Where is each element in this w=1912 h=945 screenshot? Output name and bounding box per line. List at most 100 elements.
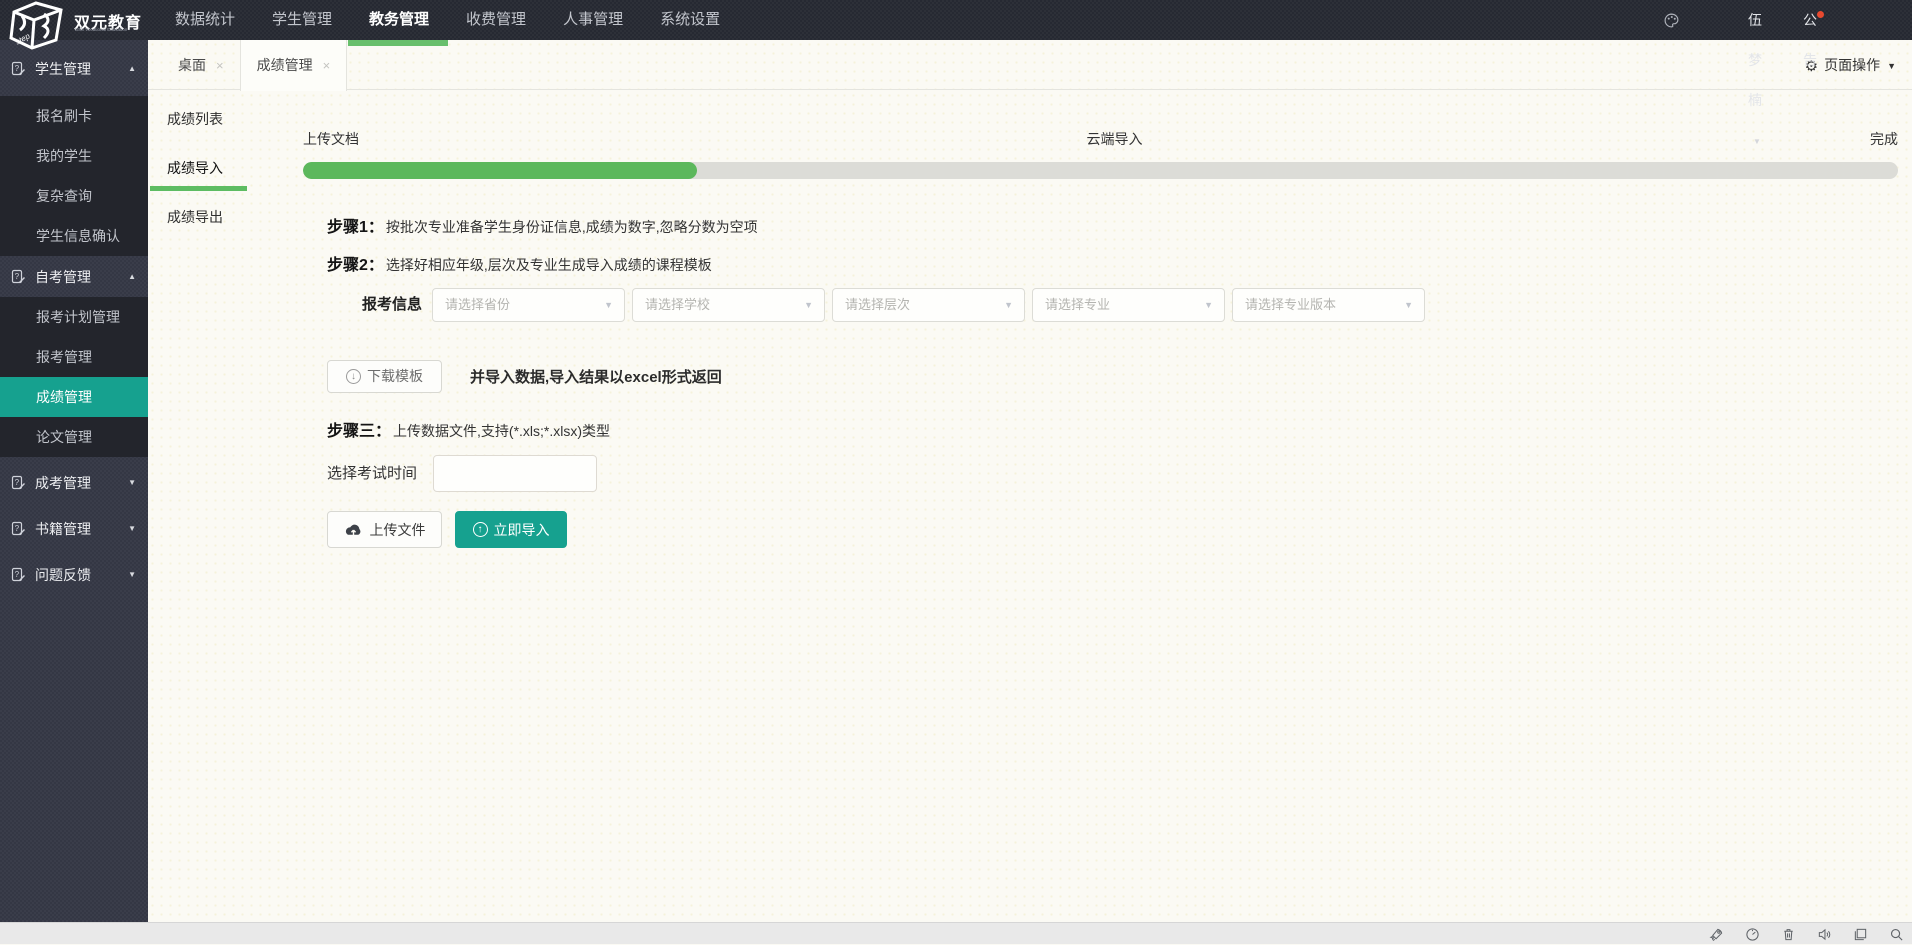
sidebar-item-exam-reg-mgmt[interactable]: 报考管理 (0, 337, 148, 377)
clipboard-pen-icon: ? (10, 61, 26, 77)
exam-time-input[interactable] (433, 455, 597, 492)
speaker-icon[interactable] (1817, 927, 1832, 942)
select-placeholder: 请选择层次 (845, 289, 910, 321)
download-button-label: 下载模板 (367, 366, 423, 386)
sidebar-item-complex-query[interactable]: 复杂查询 (0, 176, 148, 216)
sidebar-item-enroll-card[interactable]: 报名刷卡 (0, 96, 148, 136)
close-icon[interactable] (216, 41, 224, 91)
wizard-step-cloud-import: 云端导入 (1087, 129, 1143, 149)
sidebar-group-feedback[interactable]: ? 问题反馈 ▼ (0, 554, 148, 595)
sidebar-group-selfexam-mgmt[interactable]: ? 自考管理 ▲ (0, 256, 148, 297)
clipboard-pen-icon: ? (10, 567, 26, 583)
download-note: 并导入数据,导入结果以excel形式返回 (470, 366, 722, 387)
sidebar-group-book-mgmt[interactable]: ? 书籍管理 ▼ (0, 508, 148, 549)
upload-file-button[interactable]: 上传文件 (327, 511, 442, 548)
wizard-step-done: 完成 (1870, 129, 1898, 149)
logo-subtext: BSS Vocational Education (75, 27, 127, 32)
step1-label: 步骤1： (327, 219, 384, 236)
tab-score-mgmt[interactable]: 成绩管理 (240, 40, 348, 91)
notice-badge (1817, 11, 1824, 18)
secondary-menu: 成绩列表 成绩导入 成绩导出 (148, 91, 300, 922)
svg-text:?: ? (15, 524, 20, 533)
sidebar-group-label: 成考管理 (35, 473, 91, 493)
nav-item-fee-mgmt[interactable]: 收费管理 (466, 0, 526, 40)
sidebar-group-label: 问题反馈 (35, 565, 91, 585)
nav-item-system-settings[interactable]: 系统设置 (660, 0, 720, 40)
nav-item-student-mgmt[interactable]: 学生管理 (272, 0, 332, 40)
tabs: 桌面 成绩管理 (162, 40, 347, 90)
select-school[interactable]: 请选择学校 (632, 288, 825, 322)
sidebar-item-thesis-mgmt[interactable]: 论文管理 (0, 417, 148, 457)
download-template-button[interactable]: 下载模板 (327, 360, 442, 393)
svg-text:?: ? (15, 478, 20, 487)
download-row: 下载模板 并导入数据,导入结果以excel形式返回 (327, 359, 722, 393)
submenu-label: 成绩导入 (167, 160, 223, 176)
nav-item-hr-mgmt[interactable]: 人事管理 (563, 0, 623, 40)
primary-sidebar: ? 学生管理 ▲ 报名刷卡 我的学生 复杂查询 学生信息确认 ? 自考管理 ▲ … (0, 40, 148, 922)
step3-body: 上传数据文件,支持(*.xls;*.xlsx)类型 (393, 423, 610, 439)
page-actions-label: 页面操作 (1824, 57, 1880, 73)
sidebar-group-adultexam-mgmt[interactable]: ? 成考管理 ▼ (0, 462, 148, 503)
nav-item-data-stats[interactable]: 数据统计 (175, 0, 235, 40)
search-icon[interactable] (1889, 927, 1904, 942)
chevron-down-icon: ▼ (128, 570, 136, 579)
select-level[interactable]: 请选择层次 (832, 288, 1025, 322)
download-icon (346, 369, 361, 384)
close-icon[interactable] (323, 41, 331, 91)
logo-mark-icon: step (6, 0, 68, 50)
app-logo: step 双元教育 BSS Vocational Education (4, 0, 149, 50)
bottom-toolbar-icons (1709, 923, 1904, 945)
clipboard-pen-icon: ? (10, 475, 26, 491)
import-button-label: 立即导入 (494, 520, 550, 540)
sidebar-group-label: 自考管理 (35, 267, 91, 287)
select-placeholder: 请选择省份 (445, 289, 510, 321)
select-province[interactable]: 请选择省份 (432, 288, 625, 322)
page-actions-menu[interactable]: 页面操作 (1805, 40, 1896, 90)
trash-icon[interactable] (1781, 927, 1796, 942)
submenu-item-score-list[interactable]: 成绩列表 (148, 95, 300, 144)
exam-info-label: 报考信息 (362, 287, 422, 323)
gauge-icon[interactable] (1745, 927, 1760, 942)
user-menu[interactable]: 伍梦楠 (1748, 0, 1762, 40)
upload-button-label: 上传文件 (370, 520, 426, 540)
sidebar-group-items: 报名刷卡 我的学生 复杂查询 学生信息确认 (0, 96, 148, 256)
progress-fill (303, 162, 697, 179)
sidebar-group-student-mgmt[interactable]: ? 学生管理 ▲ (0, 48, 148, 89)
tab-desktop[interactable]: 桌面 (162, 40, 240, 90)
top-bar: step 双元教育 BSS Vocational Education 数据统计 … (0, 0, 1912, 40)
clipboard-pen-icon: ? (10, 269, 26, 285)
theme-palette-icon[interactable] (1663, 12, 1680, 34)
select-major[interactable]: 请选择专业 (1032, 288, 1225, 322)
bottom-toolbar (0, 922, 1912, 944)
sidebar-group-label: 书籍管理 (35, 519, 91, 539)
step3-label: 步骤三： (327, 423, 391, 440)
sidebar-item-exam-plan-mgmt[interactable]: 报考计划管理 (0, 297, 148, 337)
upload-arrow-icon (473, 522, 488, 537)
top-nav: 数据统计 学生管理 教务管理 收费管理 人事管理 系统设置 (175, 0, 720, 40)
svg-text:?: ? (15, 272, 20, 281)
select-major-version[interactable]: 请选择专业版本 (1232, 288, 1425, 322)
main-content: 上传文档 云端导入 完成 步骤1：按批次专业准备学生身份证信息,成绩为数字,忽略… (300, 91, 1912, 922)
notice-link[interactable]: 公告 (1803, 0, 1817, 40)
window-icon[interactable] (1853, 927, 1868, 942)
submenu-item-score-import[interactable]: 成绩导入 (148, 144, 300, 193)
nav-item-academic-mgmt[interactable]: 教务管理 (369, 0, 429, 40)
submenu-label: 成绩导出 (167, 209, 223, 225)
submenu-label: 成绩列表 (167, 111, 223, 127)
action-buttons-row: 上传文件 立即导入 (327, 511, 567, 548)
svg-text:?: ? (15, 64, 20, 73)
nav-active-underline (348, 40, 448, 46)
import-now-button[interactable]: 立即导入 (455, 511, 567, 548)
wizard-steps: 上传文档 云端导入 完成 (303, 129, 1898, 149)
sidebar-group-items: 报考计划管理 报考管理 成绩管理 论文管理 (0, 297, 148, 457)
svg-text:?: ? (15, 570, 20, 579)
tab-bar: 桌面 成绩管理 页面操作 (148, 40, 1912, 90)
sidebar-item-my-students[interactable]: 我的学生 (0, 136, 148, 176)
rocket-icon[interactable] (1709, 927, 1724, 942)
submenu-item-score-export[interactable]: 成绩导出 (148, 193, 300, 242)
notice-label: 公告 (1803, 12, 1817, 68)
sidebar-item-score-mgmt[interactable]: 成绩管理 (0, 377, 148, 417)
sidebar-item-student-info-confirm[interactable]: 学生信息确认 (0, 216, 148, 256)
chevron-up-icon: ▲ (128, 64, 136, 73)
select-placeholder: 请选择专业 (1045, 289, 1110, 321)
